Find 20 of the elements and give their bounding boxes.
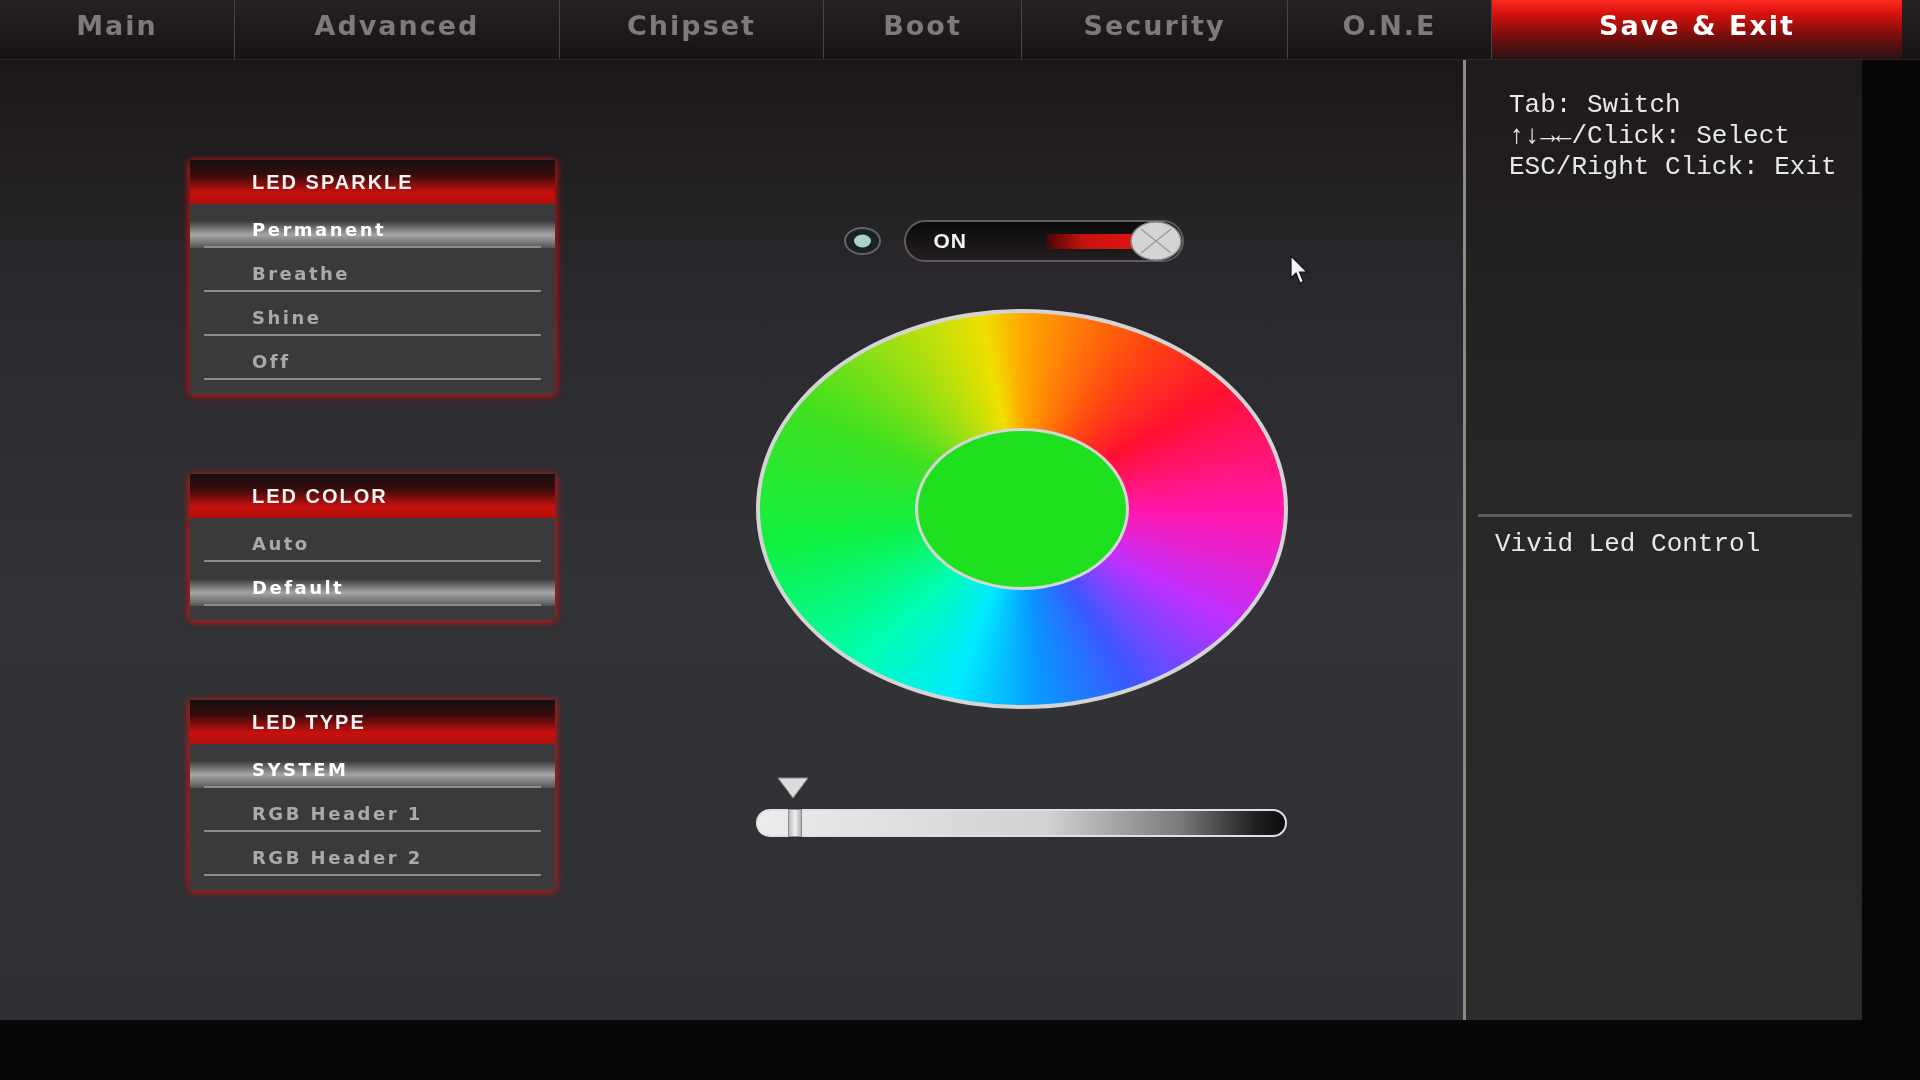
panel-title: LED SPARKLE: [190, 160, 555, 204]
slider-track[interactable]: [756, 809, 1287, 837]
menu-tab[interactable]: Save & Exit: [1492, 0, 1902, 59]
menu-tab[interactable]: Chipset: [560, 0, 824, 59]
switch-knob[interactable]: [1129, 221, 1182, 261]
help-text: ↑↓→←/Click: Select: [1509, 121, 1790, 152]
item-description: Vivid Led Control: [1495, 529, 1761, 560]
menu-tab[interactable]: Advanced: [235, 0, 560, 59]
help-text: Tab: Switch: [1509, 90, 1681, 121]
mouse-pointer-icon: [1290, 255, 1310, 285]
menu-tab[interactable]: Main: [0, 0, 235, 59]
menu-tab[interactable]: Security: [1022, 0, 1288, 59]
help-text: ESC/Right Click: Exit: [1509, 152, 1837, 183]
panel-title: LED TYPE: [190, 700, 555, 744]
panel-title: LED COLOR: [190, 474, 555, 518]
menu-tab[interactable]: Boot: [824, 0, 1022, 59]
slider-thumb[interactable]: [787, 809, 802, 837]
led-indicator-icon: [843, 227, 881, 255]
triangle-marker-icon: [777, 777, 810, 799]
toggle-switch[interactable]: ON: [903, 220, 1184, 262]
